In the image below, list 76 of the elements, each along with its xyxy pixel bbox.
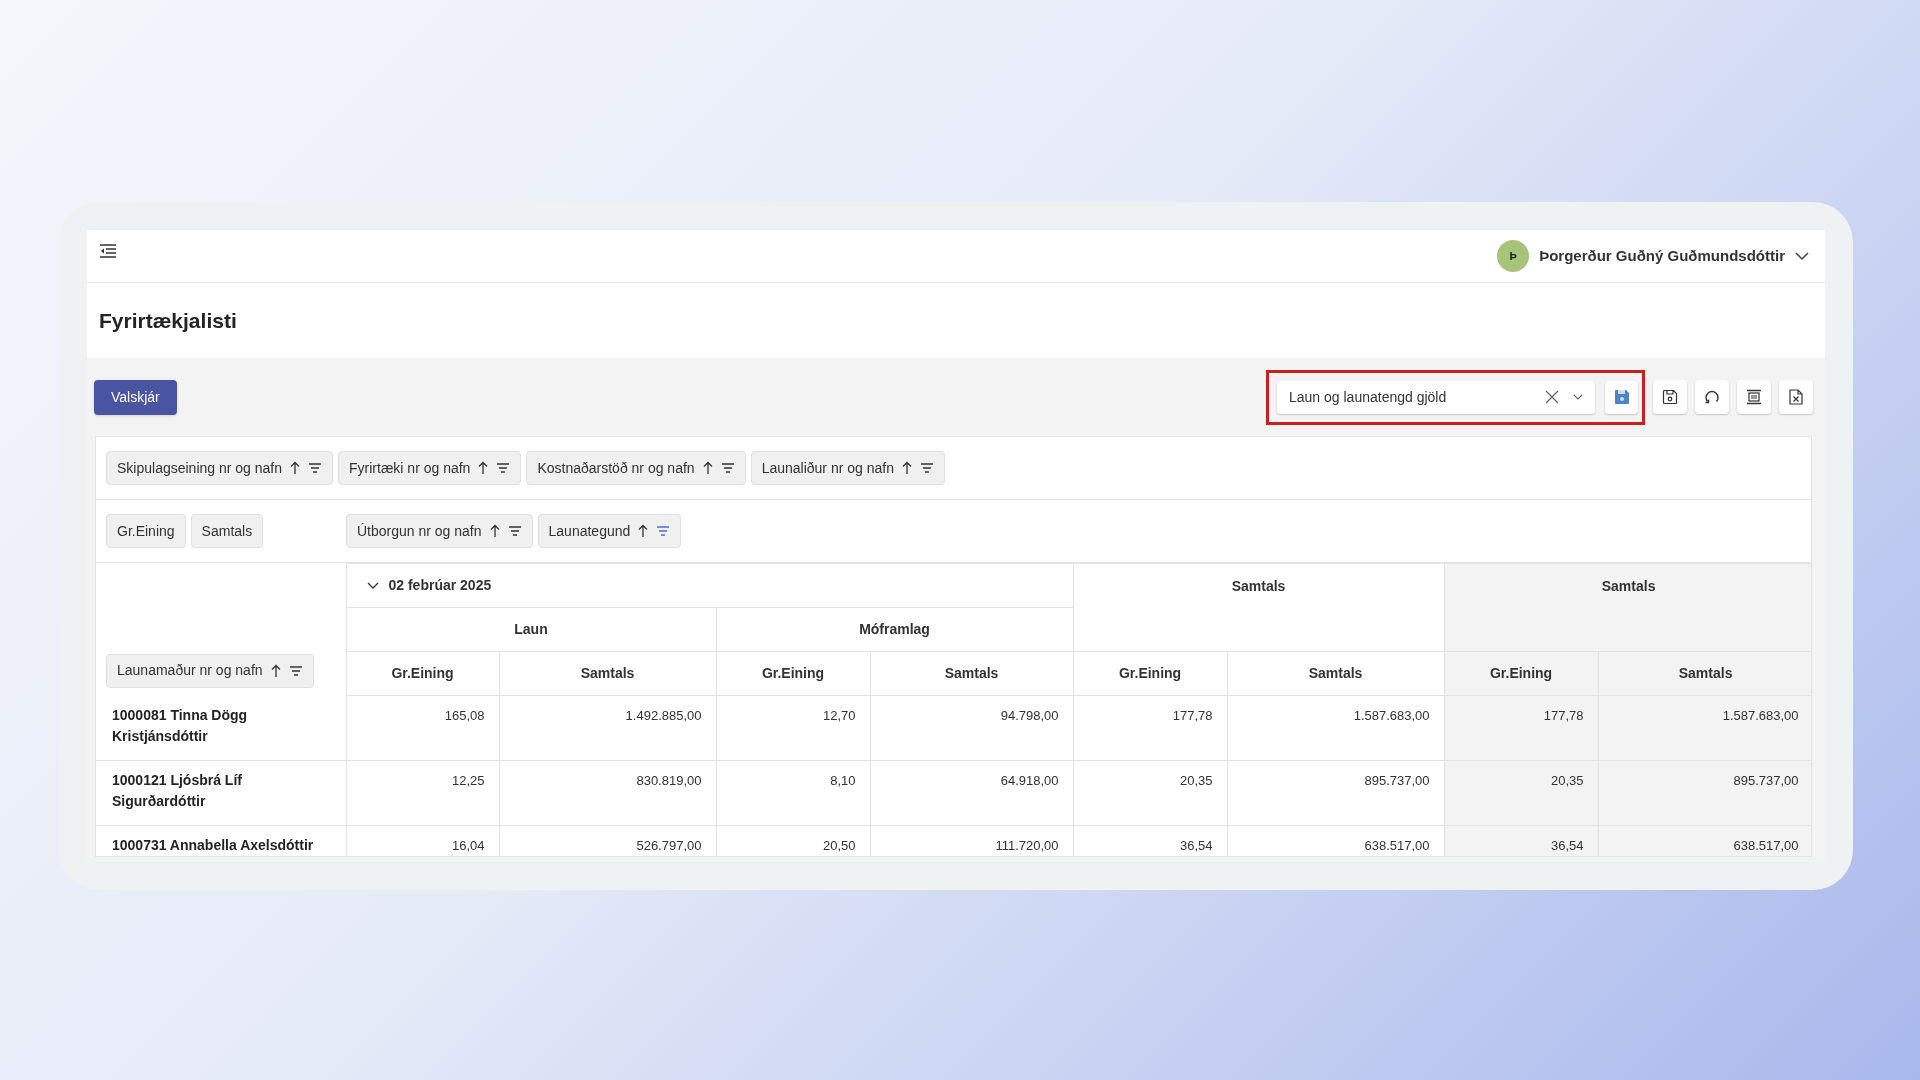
field-chip[interactable]: Fyrirtæki nr og nafn	[338, 451, 522, 485]
table-cell: 177,78	[1073, 695, 1228, 761]
field-chip[interactable]: Launategund	[537, 514, 682, 548]
layout-select[interactable]: Laun og launatengd gjöld	[1277, 380, 1595, 414]
filter-icon[interactable]	[919, 463, 934, 473]
table-cell: 165,08	[346, 695, 499, 761]
table-cell: 20,35	[1444, 760, 1599, 826]
filter-icon[interactable]	[308, 463, 322, 473]
table-cell: 12,70	[716, 695, 870, 761]
sort-ascending-icon[interactable]	[901, 461, 912, 475]
column-header: Samtals	[870, 651, 1074, 696]
table-cell: 12,25	[346, 760, 499, 826]
filter-icon[interactable]	[496, 463, 511, 473]
table-cell: 1.587.683,00	[1598, 695, 1811, 761]
sort-ascending-icon[interactable]	[489, 524, 500, 538]
column-group-header: 02 febrúar 2025	[388, 576, 492, 595]
column-header: Samtals	[499, 651, 716, 696]
collapse-chevron-icon[interactable]	[366, 581, 379, 590]
table-cell: 895.737,00	[1227, 760, 1445, 826]
table-cell: 638.517,00	[1598, 825, 1811, 856]
sort-ascending-icon[interactable]	[638, 524, 649, 538]
field-chip[interactable]: Útborgun nr og nafn	[346, 514, 533, 548]
field-chip[interactable]: Samtals	[190, 514, 264, 548]
table-cell: 1.492.885,00	[499, 695, 716, 761]
layout-button[interactable]: Valskjár	[94, 379, 177, 415]
column-header: Gr.Eining	[1444, 651, 1599, 696]
table-cell: 8,10	[716, 760, 870, 826]
filter-icon[interactable]	[720, 463, 735, 473]
column-header: Laun	[346, 607, 716, 652]
table-cell: 177,78	[1444, 695, 1599, 761]
field-chip[interactable]: Launaliður nr og nafn	[750, 451, 945, 485]
save-icon	[1613, 389, 1630, 405]
save-as-button[interactable]	[1653, 380, 1687, 414]
row-header: 1000121 Ljósbrá Líf Sigurðardóttir	[96, 760, 346, 826]
save-button[interactable]	[1605, 380, 1638, 414]
filter-icon[interactable]	[656, 526, 671, 536]
table-cell: 64.918,00	[870, 760, 1074, 826]
filter-icon[interactable]	[288, 665, 303, 676]
chevron-down-icon[interactable]	[1795, 251, 1809, 261]
page-title: Fyrirtækjalisti	[99, 307, 237, 334]
column-header: Gr.Eining	[1073, 651, 1228, 696]
table-cell: 36,54	[1444, 825, 1599, 856]
list-icon	[1746, 389, 1762, 405]
fit-button[interactable]	[1737, 380, 1771, 414]
table-cell: 20,35	[1073, 760, 1228, 826]
table-cell: 94.798,00	[870, 695, 1074, 761]
column-header: Samtals	[1073, 563, 1445, 652]
table-cell: 895.737,00	[1598, 760, 1811, 826]
refresh-button[interactable]	[1695, 380, 1729, 414]
column-header: Gr.Eining	[716, 651, 870, 696]
sort-ascending-icon[interactable]	[702, 461, 713, 475]
user-name[interactable]: Þorgerður Guðný Guðmundsdóttir	[1539, 244, 1785, 268]
field-chip[interactable]: Kostnaðarstöð nr og nafn	[526, 451, 746, 485]
column-header: Samtals	[1227, 651, 1445, 696]
field-chip[interactable]: Launamaður nr og nafn	[106, 653, 314, 688]
table-cell: 1.587.683,00	[1227, 695, 1445, 761]
column-header: Samtals	[1598, 651, 1811, 696]
clear-icon[interactable]	[1545, 390, 1559, 404]
column-header: Samtals	[1444, 563, 1811, 652]
save-icon	[1662, 389, 1678, 405]
sort-ascending-icon[interactable]	[290, 461, 300, 475]
row-header: 1000731 Annabella Axelsdóttir	[96, 825, 346, 856]
menu-icon[interactable]	[99, 243, 117, 259]
column-header: Gr.Eining	[346, 651, 499, 696]
excel-export-button[interactable]	[1779, 380, 1813, 414]
filter-icon[interactable]	[507, 526, 522, 536]
table-cell: 830.819,00	[499, 760, 716, 826]
field-chip[interactable]: Gr.Eining	[106, 514, 186, 548]
excel-file-icon	[1789, 389, 1803, 405]
user-avatar: Þ	[1497, 240, 1530, 272]
chevron-down-icon[interactable]	[1573, 394, 1583, 400]
sort-ascending-icon[interactable]	[478, 461, 489, 475]
field-chip[interactable]: Skipulagseining nr og nafn	[106, 451, 333, 485]
sort-ascending-icon[interactable]	[270, 663, 281, 678]
refresh-icon	[1704, 389, 1720, 405]
row-header: 1000081 Tinna Dögg Kristjánsdóttir	[96, 695, 346, 761]
